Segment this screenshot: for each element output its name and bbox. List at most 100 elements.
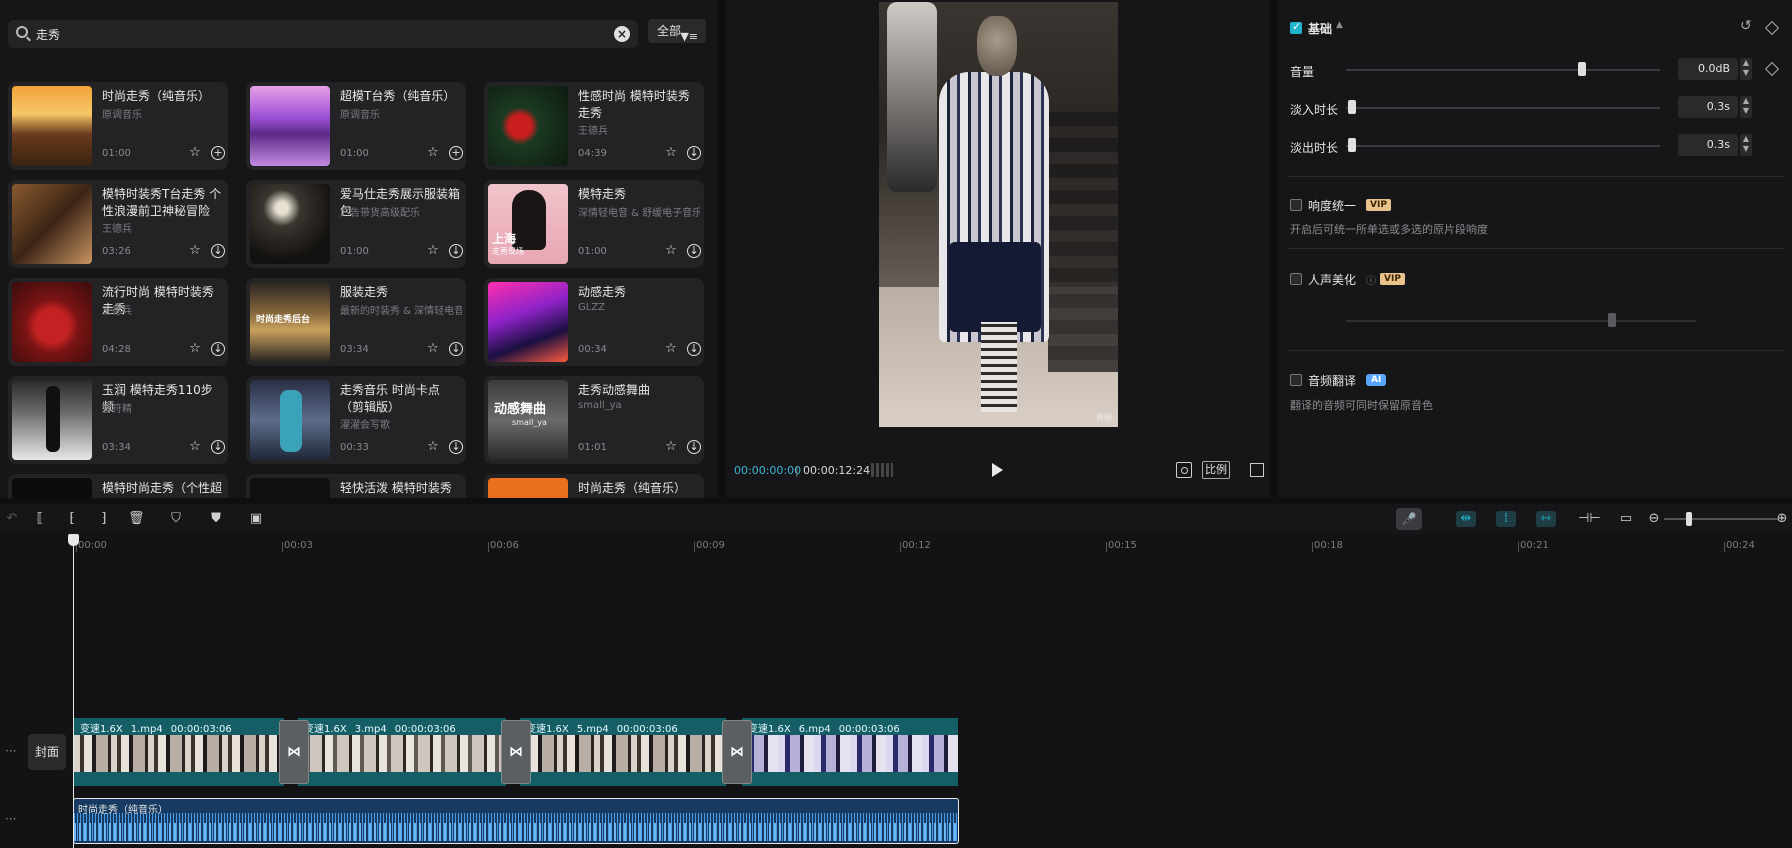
favorite-star-icon[interactable]: ☆ bbox=[664, 244, 678, 258]
cover-button[interactable]: 封面 bbox=[28, 734, 66, 770]
favorite-star-icon[interactable]: ☆ bbox=[188, 440, 202, 454]
microphone-icon[interactable]: 🎤 bbox=[1396, 508, 1422, 530]
favorite-star-icon[interactable]: ☆ bbox=[426, 244, 440, 258]
favorite-star-icon[interactable]: ☆ bbox=[188, 342, 202, 356]
zoom-slider-track[interactable] bbox=[1664, 518, 1778, 520]
undo-icon[interactable]: ↶ bbox=[4, 511, 20, 527]
zoom-slider-knob[interactable] bbox=[1686, 512, 1692, 526]
fade-out-stepper[interactable]: ▲ ▼ bbox=[1740, 134, 1752, 156]
audio-clip[interactable]: 时尚走秀（纯音乐） bbox=[73, 798, 959, 844]
split-screen-icon[interactable]: ⊣⊢ bbox=[1578, 511, 1601, 527]
music-card[interactable]: 上海 走秀现场 模特走秀 深情轻电音 & 舒缓电子音乐 01:00 ☆ ↓ bbox=[484, 180, 704, 268]
fade-in-value[interactable]: 0.3s bbox=[1678, 96, 1738, 118]
mark-icon[interactable]: ⛉ bbox=[168, 511, 184, 527]
volume-slider-track[interactable] bbox=[1346, 69, 1660, 71]
collapse-caret-icon[interactable]: ▲ bbox=[1336, 20, 1343, 30]
video-preview[interactable]: 剪映 bbox=[879, 2, 1118, 427]
volume-value[interactable]: 0.0dB bbox=[1678, 58, 1738, 80]
music-card[interactable]: 动感舞曲 small_ya 走秀动感舞曲 small_ya 01:01 ☆ ↓ bbox=[484, 376, 704, 464]
music-card[interactable]: 模特时装秀T台走秀 个性浪漫前卫神秘冒险 王德兵 03:26 ☆ ↓ bbox=[8, 180, 228, 268]
preview-window-icon[interactable]: ▭ bbox=[1618, 511, 1634, 527]
favorite-star-icon[interactable]: ☆ bbox=[188, 146, 202, 160]
favorite-star-icon[interactable]: ☆ bbox=[426, 440, 440, 454]
link-main-track-icon[interactable]: ⇹ bbox=[1456, 511, 1476, 527]
download-icon[interactable]: ↓ bbox=[211, 440, 225, 454]
reset-icon[interactable]: ↺ bbox=[1740, 18, 1752, 34]
filter-button[interactable]: 全部 ▼≡ bbox=[648, 19, 706, 43]
fade-out-value[interactable]: 0.3s bbox=[1678, 134, 1738, 156]
fade-in-slider-track[interactable] bbox=[1346, 107, 1660, 109]
transition-icon[interactable]: ⋈ bbox=[722, 720, 752, 784]
download-icon[interactable]: ↓ bbox=[687, 146, 701, 160]
download-icon[interactable]: ↓ bbox=[449, 244, 463, 258]
music-card[interactable]: 超模T台秀（纯音乐） 原调音乐 01:00 ☆ + bbox=[246, 82, 466, 170]
download-icon[interactable]: ↓ bbox=[687, 342, 701, 356]
playhead[interactable] bbox=[68, 534, 79, 848]
download-icon[interactable]: ↓ bbox=[211, 342, 225, 356]
split-right-icon[interactable]: ⁆ bbox=[96, 511, 112, 527]
fade-in-slider-knob[interactable] bbox=[1348, 100, 1357, 114]
music-card[interactable]: 时尚走秀（纯音乐） bbox=[484, 474, 704, 498]
keyframe-icon[interactable] bbox=[1764, 20, 1780, 36]
music-card[interactable]: 模特时尚走秀（个性超有范 bbox=[8, 474, 228, 498]
video-clip[interactable]: 变速1.6X 5.mp4 00:00:03:06 bbox=[520, 718, 726, 786]
ratio-button[interactable]: 比例 bbox=[1202, 461, 1230, 479]
download-icon[interactable]: ↓ bbox=[449, 342, 463, 356]
transition-icon[interactable]: ⋈ bbox=[279, 720, 309, 784]
music-card[interactable]: 玉润 模特走秀110步频 音符精 03:34 ☆ ↓ bbox=[8, 376, 228, 464]
timeline[interactable]: 00:00 00:03 00:06 00:09 00:12 00:15 00:1… bbox=[0, 534, 1792, 848]
auto-snap-icon[interactable]: ⁞ bbox=[1496, 511, 1516, 527]
snapshot-icon[interactable] bbox=[1176, 462, 1192, 478]
add-icon[interactable]: + bbox=[449, 146, 463, 160]
music-card[interactable]: 轻快活泼 模特时装秀走秀 bbox=[246, 474, 466, 498]
volume-slider-knob[interactable] bbox=[1577, 62, 1586, 76]
favorite-star-icon[interactable]: ☆ bbox=[426, 342, 440, 356]
basic-checkbox[interactable] bbox=[1290, 20, 1302, 34]
fullscreen-icon[interactable] bbox=[1250, 463, 1264, 477]
download-icon[interactable]: ↓ bbox=[687, 440, 701, 454]
split-icon[interactable]: ⟦ bbox=[32, 511, 48, 527]
clear-search-icon[interactable]: × bbox=[614, 26, 630, 42]
favorite-star-icon[interactable]: ☆ bbox=[664, 440, 678, 454]
track-options-icon[interactable]: ··· bbox=[5, 812, 16, 826]
search-input[interactable] bbox=[36, 24, 596, 44]
transition-icon[interactable]: ⋈ bbox=[501, 720, 531, 784]
time-ruler[interactable]: 00:00 00:03 00:06 00:09 00:12 00:15 00:1… bbox=[72, 534, 1792, 556]
favorite-star-icon[interactable]: ☆ bbox=[188, 244, 202, 258]
info-icon[interactable]: ⓘ bbox=[1366, 272, 1376, 287]
audio-translate-checkbox[interactable] bbox=[1290, 374, 1302, 386]
fade-in-stepper[interactable]: ▲ ▼ bbox=[1740, 96, 1752, 118]
music-card[interactable]: 动感走秀 GLZZ 00:34 ☆ ↓ bbox=[484, 278, 704, 366]
music-card[interactable]: 走秀音乐 时尚卡点（剪辑版） 濯濯会写歌 00:33 ☆ ↓ bbox=[246, 376, 466, 464]
fade-out-slider-track[interactable] bbox=[1346, 145, 1660, 147]
image-edit-icon[interactable]: ▣ bbox=[248, 511, 264, 527]
search-bar[interactable]: × bbox=[8, 20, 638, 48]
play-icon[interactable] bbox=[992, 463, 1003, 477]
fade-out-slider-knob[interactable] bbox=[1348, 138, 1357, 152]
track-options-icon[interactable]: ··· bbox=[5, 744, 16, 758]
timeline-grid-icon[interactable] bbox=[871, 463, 893, 477]
zoom-out-icon[interactable]: ⊖ bbox=[1646, 511, 1662, 527]
keyframe-icon[interactable] bbox=[1764, 61, 1780, 77]
download-icon[interactable]: ↓ bbox=[449, 440, 463, 454]
music-card[interactable]: 时尚走秀后台 服装走秀 最新的时装秀 & 深情轻电音 03:34 ☆ ↓ bbox=[246, 278, 466, 366]
download-icon[interactable]: ↓ bbox=[687, 244, 701, 258]
favorite-star-icon[interactable]: ☆ bbox=[664, 146, 678, 160]
add-icon[interactable]: + bbox=[211, 146, 225, 160]
video-clip[interactable]: 变速1.6X 6.mp4 00:00:03:06 bbox=[742, 718, 958, 786]
music-card[interactable]: 时尚走秀（纯音乐） 原调音乐 01:00 ☆ + bbox=[8, 82, 228, 170]
music-card[interactable]: 爱马仕走秀展示服装箱包 广告带货高级配乐 01:00 ☆ ↓ bbox=[246, 180, 466, 268]
music-card[interactable]: 性感时尚 模特时装秀走秀 王德兵 04:39 ☆ ↓ bbox=[484, 82, 704, 170]
favorite-star-icon[interactable]: ☆ bbox=[426, 146, 440, 160]
video-clip[interactable]: 变速1.6X 3.mp4 00:00:03:06 bbox=[298, 718, 506, 786]
music-card[interactable]: 流行时尚 模特时装秀走秀 王德兵 04:28 ☆ ↓ bbox=[8, 278, 228, 366]
voice-beautify-checkbox[interactable] bbox=[1290, 273, 1302, 285]
shield-icon[interactable]: ⛊ bbox=[208, 511, 224, 527]
split-left-icon[interactable]: ⁅ bbox=[64, 511, 80, 527]
preview-axis-icon[interactable]: ⇿ bbox=[1536, 511, 1556, 527]
loudness-checkbox[interactable] bbox=[1290, 199, 1302, 211]
volume-stepper[interactable]: ▲ ▼ bbox=[1740, 58, 1752, 80]
download-icon[interactable]: ↓ bbox=[211, 244, 225, 258]
delete-icon[interactable]: 🗑 bbox=[128, 511, 145, 527]
favorite-star-icon[interactable]: ☆ bbox=[664, 342, 678, 356]
